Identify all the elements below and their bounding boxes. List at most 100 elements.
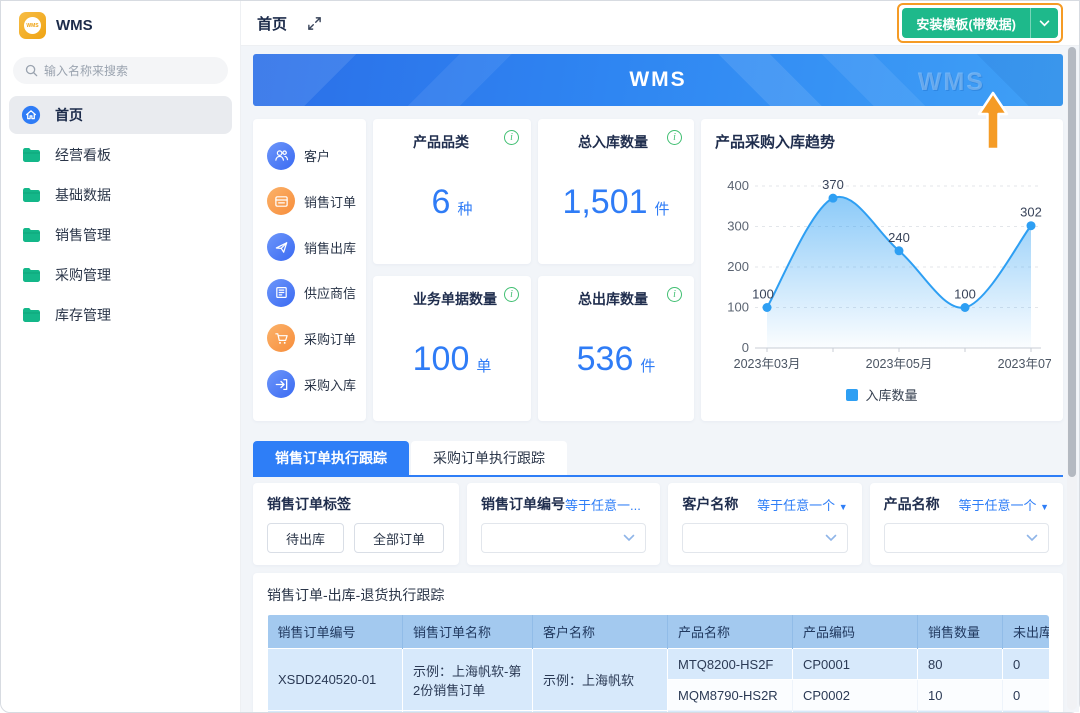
shortcut-5[interactable]: 采购入库 — [267, 370, 366, 398]
sidebar-item-5[interactable]: 库存管理 — [9, 296, 232, 334]
sidebar-item-3[interactable]: 销售管理 — [9, 216, 232, 254]
main-header: 首页 安装模板(带数据) — [241, 1, 1079, 46]
cell-order-no: XSDD240520-01 — [268, 649, 403, 711]
filter-label: 销售订单编号 — [481, 494, 565, 514]
svg-text:100: 100 — [954, 287, 976, 302]
sidebar-item-0[interactable]: 首页 — [9, 96, 232, 134]
sidebar-item-label: 基础数据 — [55, 185, 111, 205]
table-title: 销售订单-出库-退货执行跟踪 — [267, 585, 1049, 605]
svg-text:100: 100 — [752, 287, 774, 302]
filter-select[interactable] — [682, 523, 847, 553]
info-icon[interactable]: i — [667, 287, 682, 302]
shortcuts-card: 客户销售订单销售出库供应商信息采购订单采购入库 — [253, 119, 366, 421]
info-icon[interactable]: i — [667, 130, 682, 145]
tag-filter-button-0[interactable]: 待出库 — [267, 523, 344, 553]
dashboard-banner: WMS WMS — [253, 54, 1063, 106]
stat-card-0: 产品品类i6种 — [373, 119, 531, 264]
shortcut-1[interactable]: 销售订单 — [267, 187, 366, 215]
sidebar-item-2[interactable]: 基础数据 — [9, 176, 232, 214]
table-column-header: 销售数量 — [918, 615, 1003, 649]
customers-icon — [267, 142, 295, 170]
info-icon[interactable]: i — [504, 287, 519, 302]
folder-icon — [21, 185, 41, 205]
sidebar-item-label: 销售管理 — [55, 225, 111, 245]
sidebar-menu: 首页经营看板基础数据销售管理采购管理库存管理 — [1, 96, 240, 334]
inbound-trend-chart-card: 产品采购入库趋势 01002003004001002023年03月3702402… — [701, 119, 1063, 421]
breadcrumb-home-tab[interactable]: 首页 — [257, 13, 287, 34]
svg-text:0: 0 — [742, 340, 749, 355]
tracking-tab-0[interactable]: 销售订单执行跟踪 — [253, 441, 409, 475]
sales-outbound-icon — [267, 233, 295, 261]
folder-icon — [21, 265, 41, 285]
purchase-order-icon — [267, 324, 295, 352]
sidebar-item-1[interactable]: 经营看板 — [9, 136, 232, 174]
stat-value: 6 — [432, 183, 451, 222]
cell-qty: 3 — [918, 711, 1003, 713]
folder-icon — [21, 225, 41, 245]
folder-icon — [21, 305, 41, 325]
stat-cards-grid: 产品品类i6种总入库数量i1,501件业务单据数量i100单总出库数量i536件 — [373, 119, 694, 421]
annotation-highlight-box: 安装模板(带数据) — [897, 3, 1063, 43]
chart-legend[interactable]: 入库数量 — [715, 385, 1049, 404]
select-filter-card-0: 销售订单编号等于任意一... ▼ — [467, 483, 660, 565]
table-column-header: 产品名称 — [668, 615, 793, 649]
app-title: WMS — [56, 17, 93, 34]
filter-label: 产品名称 — [884, 494, 940, 514]
app-logo: WMS WMS — [1, 1, 240, 47]
shortcut-label: 销售出库 — [304, 238, 356, 257]
sidebar-search[interactable] — [13, 57, 228, 84]
filter-select[interactable] — [884, 523, 1049, 553]
fullscreen-icon[interactable] — [305, 14, 323, 32]
shortcut-0[interactable]: 客户 — [267, 142, 366, 170]
tag-filter-button-1[interactable]: 全部订单 — [354, 523, 444, 553]
sidebar-item-4[interactable]: 采购管理 — [9, 256, 232, 294]
stat-unit: 件 — [655, 198, 670, 219]
filter-operator-dropdown[interactable]: 等于任意一... ▼ — [565, 495, 646, 514]
vertical-scrollbar-track[interactable] — [1067, 47, 1077, 710]
stat-title: 总出库数量 — [578, 289, 648, 309]
install-dropdown-chevron-icon[interactable] — [1030, 8, 1058, 38]
stat-card-3: 总出库数量 i 536 件 — [538, 276, 694, 421]
vertical-scrollbar-thumb[interactable] — [1068, 47, 1076, 477]
filter-operator-dropdown[interactable]: 等于任意一个 ▼ — [958, 495, 1049, 514]
filter-operator-dropdown[interactable]: 等于任意一个 ▼ — [757, 495, 848, 514]
shortcut-2[interactable]: 销售出库 — [267, 233, 366, 261]
svg-text:370: 370 — [822, 177, 844, 192]
filter-select[interactable] — [481, 523, 646, 553]
cell-product-code: CP0003 — [793, 711, 918, 713]
app-window: WMS WMS 首页经营看板基础数据销售管理采购管理库存管理 首页 安 — [1, 1, 1079, 712]
table-row: XSDD240520-01示例：上海帆软-第2份销售订单示例：上海帆软MTQ82… — [268, 649, 1050, 680]
sidebar-item-label: 库存管理 — [55, 305, 111, 325]
shortcut-4[interactable]: 采购订单 — [267, 324, 366, 352]
cell-qty: 80 — [918, 649, 1003, 680]
cell-product-code: CP0001 — [793, 649, 918, 680]
banner-title: WMS — [629, 68, 686, 92]
supplier-icon — [267, 279, 295, 307]
chart-canvas: 01002003004001002023年03月3702402023年05月10… — [715, 152, 1049, 383]
select-filter-card-2: 产品名称等于任意一个 ▼ — [870, 483, 1063, 565]
stat-card-2: 业务单据数量i100单 — [373, 276, 531, 421]
filters-row: 销售订单标签 待出库全部订单 销售订单编号等于任意一... ▼客户名称等于任意一… — [253, 483, 1063, 565]
table-header-row: 销售订单编号销售订单名称客户名称产品名称产品编码销售数量未出库数量 — [268, 615, 1050, 649]
sidebar-item-label: 经营看板 — [55, 145, 111, 165]
info-icon[interactable]: i — [504, 130, 519, 145]
stat-card-1: 总入库数量i1,501件 — [538, 119, 694, 264]
stat-unit: 种 — [457, 198, 472, 219]
stat-unit: 单 — [476, 355, 491, 376]
sidebar: WMS WMS 首页经营看板基础数据销售管理采购管理库存管理 — [1, 1, 241, 712]
cell-pending: 3 — [1003, 711, 1050, 713]
svg-text:2023年07月: 2023年07月 — [998, 357, 1051, 371]
install-template-button[interactable]: 安装模板(带数据) — [902, 8, 1058, 38]
table-column-header: 未出库数量 — [1003, 615, 1050, 649]
stats-section: 客户销售订单销售出库供应商信息采购订单采购入库 产品品类i6种总入库数量i1,5… — [253, 119, 1063, 421]
search-icon — [25, 64, 38, 77]
search-input[interactable] — [44, 64, 204, 78]
tracking-tab-1[interactable]: 采购订单执行跟踪 — [411, 441, 567, 475]
stat-unit: 件 — [640, 355, 655, 376]
svg-text:302: 302 — [1020, 205, 1042, 220]
order-tag-filter-card: 销售订单标签 待出库全部订单 — [253, 483, 459, 565]
stat-title: 业务单据数量 — [413, 289, 497, 309]
shortcut-3[interactable]: 供应商信息 — [267, 279, 366, 307]
stat-value: 536 — [577, 340, 634, 379]
cell-qty: 10 — [918, 680, 1003, 711]
